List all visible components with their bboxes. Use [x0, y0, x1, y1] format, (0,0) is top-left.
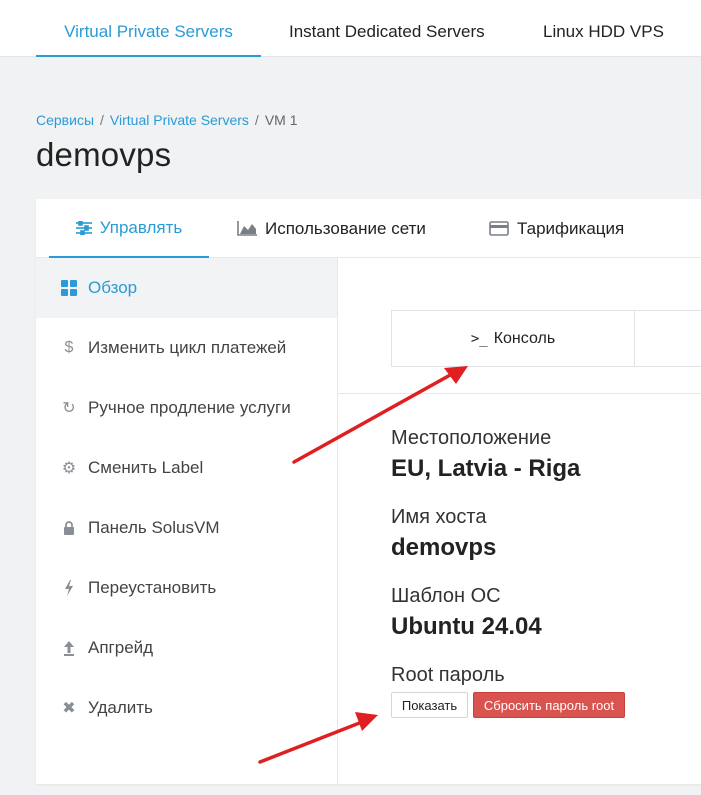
tab-manage-label: Управлять — [99, 217, 183, 237]
tab-billing[interactable]: Тарификация — [489, 199, 624, 258]
hostname-value: demovps — [391, 534, 497, 561]
sidebar-item-label: Апгрейд — [88, 638, 154, 657]
tab-manage[interactable]: Управлять — [49, 199, 209, 258]
show-password-button[interactable]: Показать — [391, 692, 468, 718]
os-template-label: Шаблон ОС — [391, 585, 501, 607]
os-template-value: Ubuntu 24.04 — [391, 613, 542, 640]
sidebar-item-upgrade[interactable]: Апгрейд — [36, 618, 337, 678]
sidebar-item-change-billing-cycle[interactable]: $ Изменить цикл платежей — [36, 318, 337, 378]
panel-tabs: Управлять Использование сети Тарификация — [36, 199, 701, 258]
tab-network-usage-label: Использование сети — [265, 218, 426, 238]
refresh-icon: ↻ — [62, 400, 76, 417]
sidebar-item-manual-renewal[interactable]: ↻ Ручное продление услуги — [36, 378, 337, 438]
gear-icon: ⚙ — [61, 460, 77, 477]
page-title: demovps — [36, 136, 172, 173]
location-value: EU, Latvia - Riga — [391, 455, 581, 482]
sidebar: Обзор $ Изменить цикл платежей ↻ Ручное … — [36, 258, 338, 784]
sidebar-item-label: Изменить цикл платежей — [88, 338, 287, 357]
divider — [338, 393, 701, 394]
bolt-icon — [60, 579, 78, 597]
root-password-label: Root пароль — [391, 664, 505, 686]
sidebar-item-label: Переустановить — [88, 578, 217, 597]
hostname-label: Имя хоста — [391, 506, 487, 528]
sidebar-item-label: Сменить Label — [88, 458, 204, 477]
sidebar-item-label: Обзор — [88, 278, 138, 297]
top-tab-linux-hdd-vps[interactable]: Linux HDD VPS — [543, 0, 664, 57]
console-button[interactable]: >_ Консоль — [392, 311, 635, 366]
grid-icon — [60, 279, 78, 297]
tab-network-usage[interactable]: Использование сети — [237, 199, 426, 258]
sidebar-item-label: Панель SolusVM — [88, 518, 220, 537]
breadcrumb-services-link[interactable]: Сервисы — [36, 112, 94, 128]
sidebar-item-change-label[interactable]: ⚙ Сменить Label — [36, 438, 337, 498]
sliders-icon — [75, 220, 92, 235]
location-label: Местоположение — [391, 427, 552, 449]
sidebar-item-overview[interactable]: Обзор — [36, 258, 337, 318]
breadcrumb-current: VM 1 — [264, 112, 298, 128]
dollar-icon: $ — [64, 339, 74, 356]
sidebar-item-label: Ручное продление услуги — [88, 398, 291, 417]
action-buttons-bar: >_ Консоль — [391, 310, 701, 367]
area-chart-icon — [237, 221, 257, 236]
sidebar-item-solusvm-panel[interactable]: Панель SolusVM — [36, 498, 337, 558]
sidebar-item-label: Удалить — [88, 698, 153, 717]
lock-icon — [60, 519, 78, 537]
close-icon: ✖ — [62, 700, 76, 717]
breadcrumb-vps-link[interactable]: Virtual Private Servers — [110, 112, 249, 128]
reset-root-password-button[interactable]: Сбросить пароль root — [473, 692, 625, 718]
top-tab-virtual-private-servers[interactable]: Virtual Private Servers — [36, 0, 261, 57]
tab-billing-label: Тарификация — [517, 218, 625, 238]
credit-card-icon — [489, 221, 509, 236]
sidebar-item-reinstall[interactable]: Переустановить — [36, 558, 337, 618]
terminal-icon: >_ — [470, 330, 488, 347]
upload-icon — [60, 639, 78, 657]
sidebar-item-delete[interactable]: ✖ Удалить — [36, 678, 337, 738]
breadcrumb: Сервисы / Virtual Private Servers / VM 1 — [36, 112, 298, 128]
console-button-label: Консоль — [493, 329, 556, 347]
top-tab-instant-dedicated-servers[interactable]: Instant Dedicated Servers — [289, 0, 485, 57]
top-nav: Virtual Private Servers Instant Dedicate… — [0, 0, 701, 57]
